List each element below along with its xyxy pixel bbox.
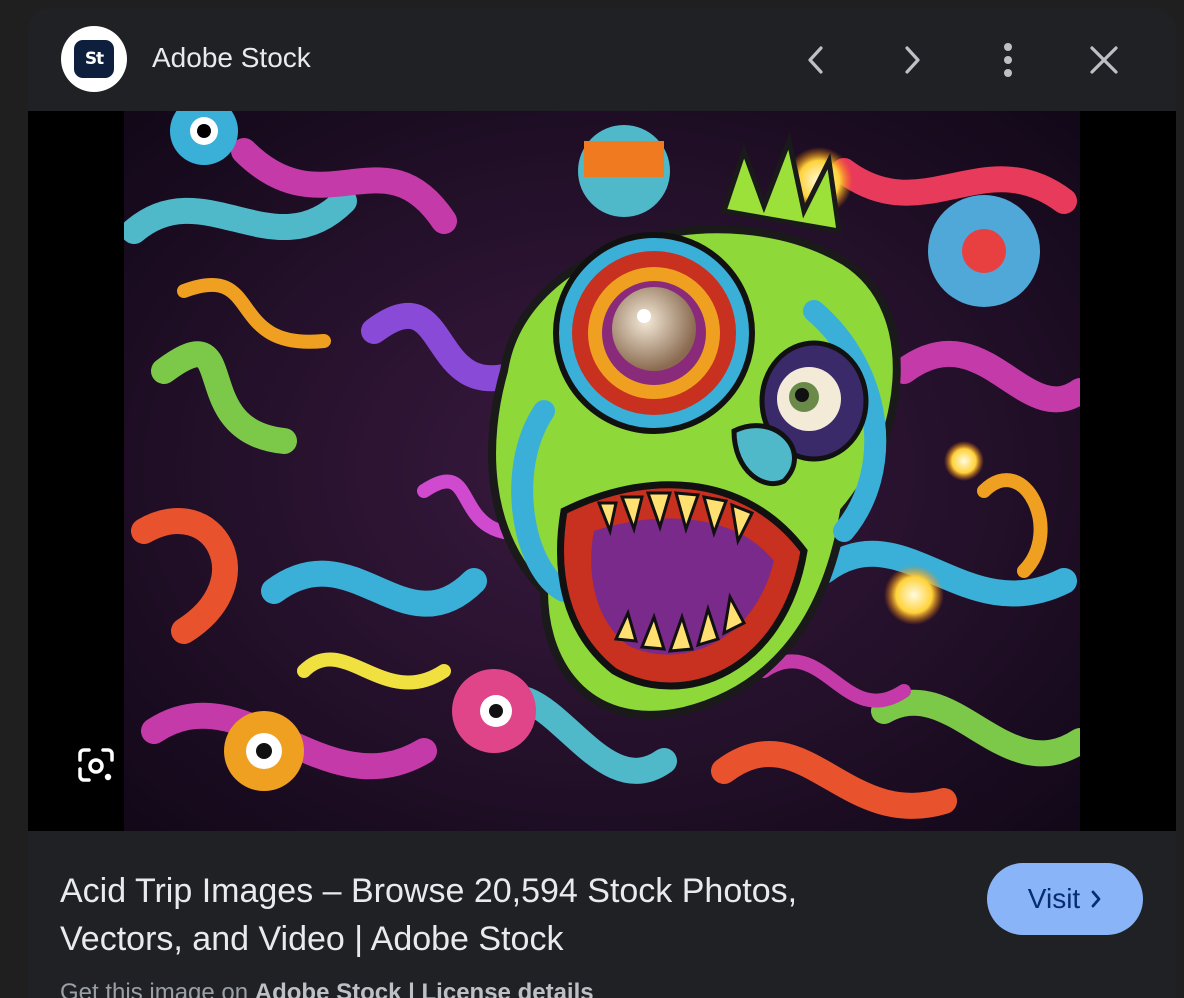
license-subline: Get this image on Adobe Stock | License …: [60, 979, 594, 998]
visit-label: Visit: [1027, 883, 1081, 914]
result-title[interactable]: Acid Trip Images – Browse 20,594 Stock P…: [60, 867, 920, 963]
preview-header: St Adobe Stock: [28, 8, 1176, 111]
close-icon: [1090, 46, 1118, 74]
lens-search-button[interactable]: [72, 741, 120, 789]
previous-button[interactable]: [788, 32, 844, 88]
license-details-link[interactable]: Adobe Stock | License details: [255, 979, 594, 998]
image-preview-panel: St Adobe Stock Acid Trip Images – Browse…: [28, 8, 1176, 998]
adobe-stock-logo-icon: St: [74, 40, 114, 78]
more-vert-icon: [1004, 43, 1012, 77]
google-lens-icon: [78, 748, 114, 782]
result-info: Acid Trip Images – Browse 20,594 Stock P…: [28, 831, 1176, 998]
preview-image[interactable]: [124, 111, 1080, 831]
next-button[interactable]: [884, 32, 940, 88]
chevron-right-icon: [1090, 889, 1102, 909]
site-name[interactable]: Adobe Stock: [152, 40, 311, 76]
image-viewer: [28, 111, 1176, 831]
more-options-button[interactable]: [980, 32, 1036, 88]
close-button[interactable]: [1076, 32, 1132, 88]
previous-icon: [808, 46, 823, 74]
next-icon: [905, 46, 920, 74]
subline-prefix: Get this image on: [60, 979, 249, 998]
visit-button[interactable]: Visit: [987, 863, 1143, 935]
site-logo[interactable]: St: [61, 26, 127, 92]
